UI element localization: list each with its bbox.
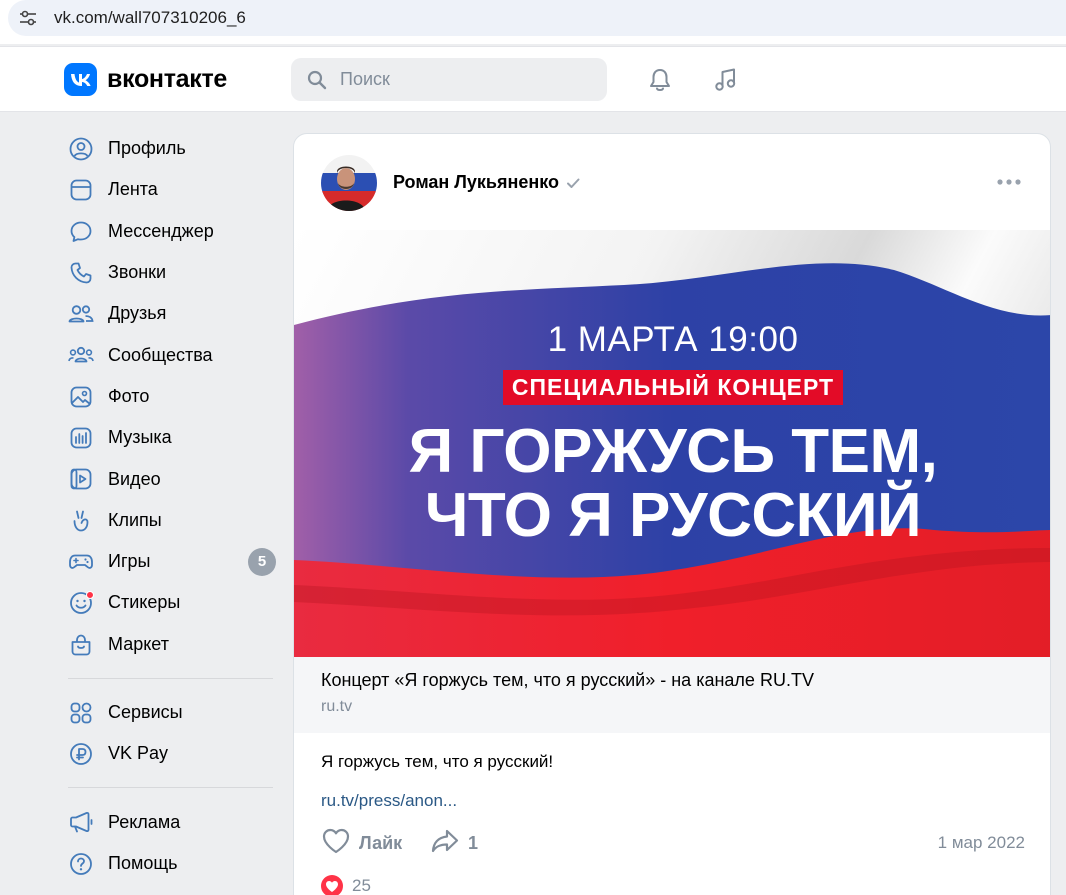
games-count-badge: 5 (248, 547, 276, 576)
like-button[interactable]: Лайк (321, 827, 402, 859)
banner-tag-wrap: СПЕЦИАЛЬНЫЙ КОНЦЕРТ (294, 370, 1050, 405)
sidebar-item-stickers[interactable]: Стикеры (60, 582, 282, 623)
sidebar-item-friends[interactable]: Друзья (60, 293, 282, 334)
sidebar-item-messenger[interactable]: Мессенджер (60, 211, 282, 252)
post-text: Я горжусь тем, что я русский! (321, 752, 554, 771)
heart-outline-icon (321, 827, 351, 860)
games-icon (68, 549, 94, 575)
photo-icon (68, 384, 94, 410)
sidebar-item-music[interactable]: Музыка (60, 417, 282, 458)
wall-post: Роман Лукьяненко 1 МАРТА 19:00 СПЕЦИАЛЬН… (293, 133, 1051, 895)
more-options-icon[interactable] (996, 172, 1022, 192)
sidebar-item-label: Видео (108, 468, 161, 489)
sidebar-item-photos[interactable]: Фото (60, 376, 282, 417)
music-icon (68, 425, 94, 451)
link-preview-image[interactable]: 1 МАРТА 19:00 СПЕЦИАЛЬНЫЙ КОНЦЕРТ Я ГОРЖ… (294, 230, 1050, 657)
likes-count: 25 (352, 876, 371, 895)
sidebar-item-games[interactable]: Игры 5 (60, 541, 282, 582)
sidebar-item-clips[interactable]: Клипы (60, 500, 282, 541)
sidebar-item-vkpay[interactable]: VK Pay (60, 733, 282, 774)
sidebar-item-label: Друзья (108, 303, 167, 324)
sidebar-item-news[interactable]: Лента (60, 169, 282, 210)
share-count: 1 (468, 832, 479, 853)
post-date[interactable]: 1 мар 2022 (938, 833, 1025, 853)
banner-title-line2: ЧТО Я РУССКИЙ (424, 481, 922, 550)
author-name[interactable]: Роман Лукьяненко (393, 172, 581, 193)
logo-text: вконтакте (107, 65, 228, 93)
banner-title-line1: Я ГОРЖУСЬ ТЕМ, (408, 417, 938, 486)
video-icon (68, 466, 94, 492)
link-title: Концерт «Я горжусь тем, что я русский» -… (321, 670, 814, 690)
sidebar-item-video[interactable]: Видео (60, 458, 282, 499)
sidebar-item-label: Маркет (108, 633, 169, 654)
post-header: Роман Лукьяненко (294, 134, 1050, 230)
author-name-text: Роман Лукьяненко (393, 172, 560, 192)
share-arrow-icon (430, 827, 460, 860)
post-actions: Лайк 1 1 мар 2022 (321, 827, 1025, 859)
notifications-bell-icon[interactable] (643, 63, 677, 97)
likes-summary[interactable]: 25 (321, 875, 371, 895)
share-button[interactable]: 1 (430, 827, 478, 859)
banner-tag: СПЕЦИАЛЬНЫЙ КОНЦЕРТ (502, 370, 844, 405)
market-icon (68, 632, 94, 658)
sidebar-item-label: Реклама (108, 811, 181, 832)
sidebar-item-label: Фото (108, 385, 150, 406)
services-icon (68, 700, 94, 726)
friends-icon (68, 301, 94, 327)
sidebar-item-label: Музыка (108, 427, 172, 448)
sidebar-item-label: Игры (108, 551, 151, 572)
site-settings-icon[interactable] (16, 6, 40, 30)
message-icon (68, 219, 94, 245)
search-input[interactable] (340, 69, 590, 90)
verified-check-icon (565, 175, 581, 191)
link-domain: ru.tv (321, 698, 353, 715)
sidebar-item-calls[interactable]: Звонки (60, 252, 282, 293)
help-icon (68, 851, 94, 877)
sidebar-item-label: Клипы (108, 509, 162, 530)
sidebar-item-label: Профиль (108, 138, 186, 159)
profile-icon (68, 136, 94, 162)
vkpay-icon (68, 741, 94, 767)
vk-logo-icon (64, 63, 97, 96)
link-preview-card[interactable]: Концерт «Я горжусь тем, что я русский» -… (294, 657, 1050, 733)
sidebar-item-label: Лента (108, 179, 158, 200)
sidebar-item-label: Мессенджер (108, 220, 214, 241)
sidebar-item-label: Стикеры (108, 592, 181, 613)
stickers-icon (68, 590, 94, 616)
sidebar-item-communities[interactable]: Сообщества (60, 334, 282, 375)
clips-icon (68, 508, 94, 534)
sidebar-item-label: Звонки (108, 262, 167, 283)
browser-address-bar: vk.com/wall707310206_6 (0, 0, 1066, 44)
sidebar-item-profile[interactable]: Профиль (60, 128, 282, 169)
url-field[interactable]: vk.com/wall707310206_6 (8, 0, 1066, 36)
music-player-icon[interactable] (709, 63, 743, 97)
sidebar-item-market[interactable]: Маркет (60, 624, 282, 665)
heart-filled-icon (321, 875, 343, 895)
like-label: Лайк (359, 832, 403, 853)
sidebar-item-ads[interactable]: Реклама (60, 801, 282, 842)
author-avatar[interactable] (321, 155, 377, 211)
sidebar-item-label: Сервисы (108, 702, 183, 722)
phone-icon (68, 260, 94, 286)
sidebar-item-label: Помощь (108, 852, 178, 873)
vk-logo[interactable]: вконтакте (64, 63, 227, 96)
sidebar-item-help[interactable]: Помощь (60, 843, 282, 884)
sidebar-item-label: Сообщества (108, 344, 213, 365)
search-box[interactable] (291, 58, 607, 101)
sidebar-divider (68, 787, 273, 789)
banner-date: 1 МАРТА 19:00 (547, 320, 799, 359)
post-link[interactable]: ru.tv/press/anon... (321, 791, 457, 811)
communities-icon (68, 342, 94, 368)
left-nav: Профиль Лента Мессенджер Звонки Друзья С… (60, 128, 282, 884)
sidebar-item-services[interactable]: Сервисы (60, 692, 282, 733)
sidebar-item-label: VK Pay (108, 743, 169, 764)
news-icon (68, 177, 94, 203)
url-text: vk.com/wall707310206_6 (54, 8, 246, 27)
ads-icon (68, 809, 94, 835)
site-header: вконтакте (0, 46, 1066, 112)
sidebar-divider (68, 677, 273, 679)
search-icon (307, 69, 329, 91)
